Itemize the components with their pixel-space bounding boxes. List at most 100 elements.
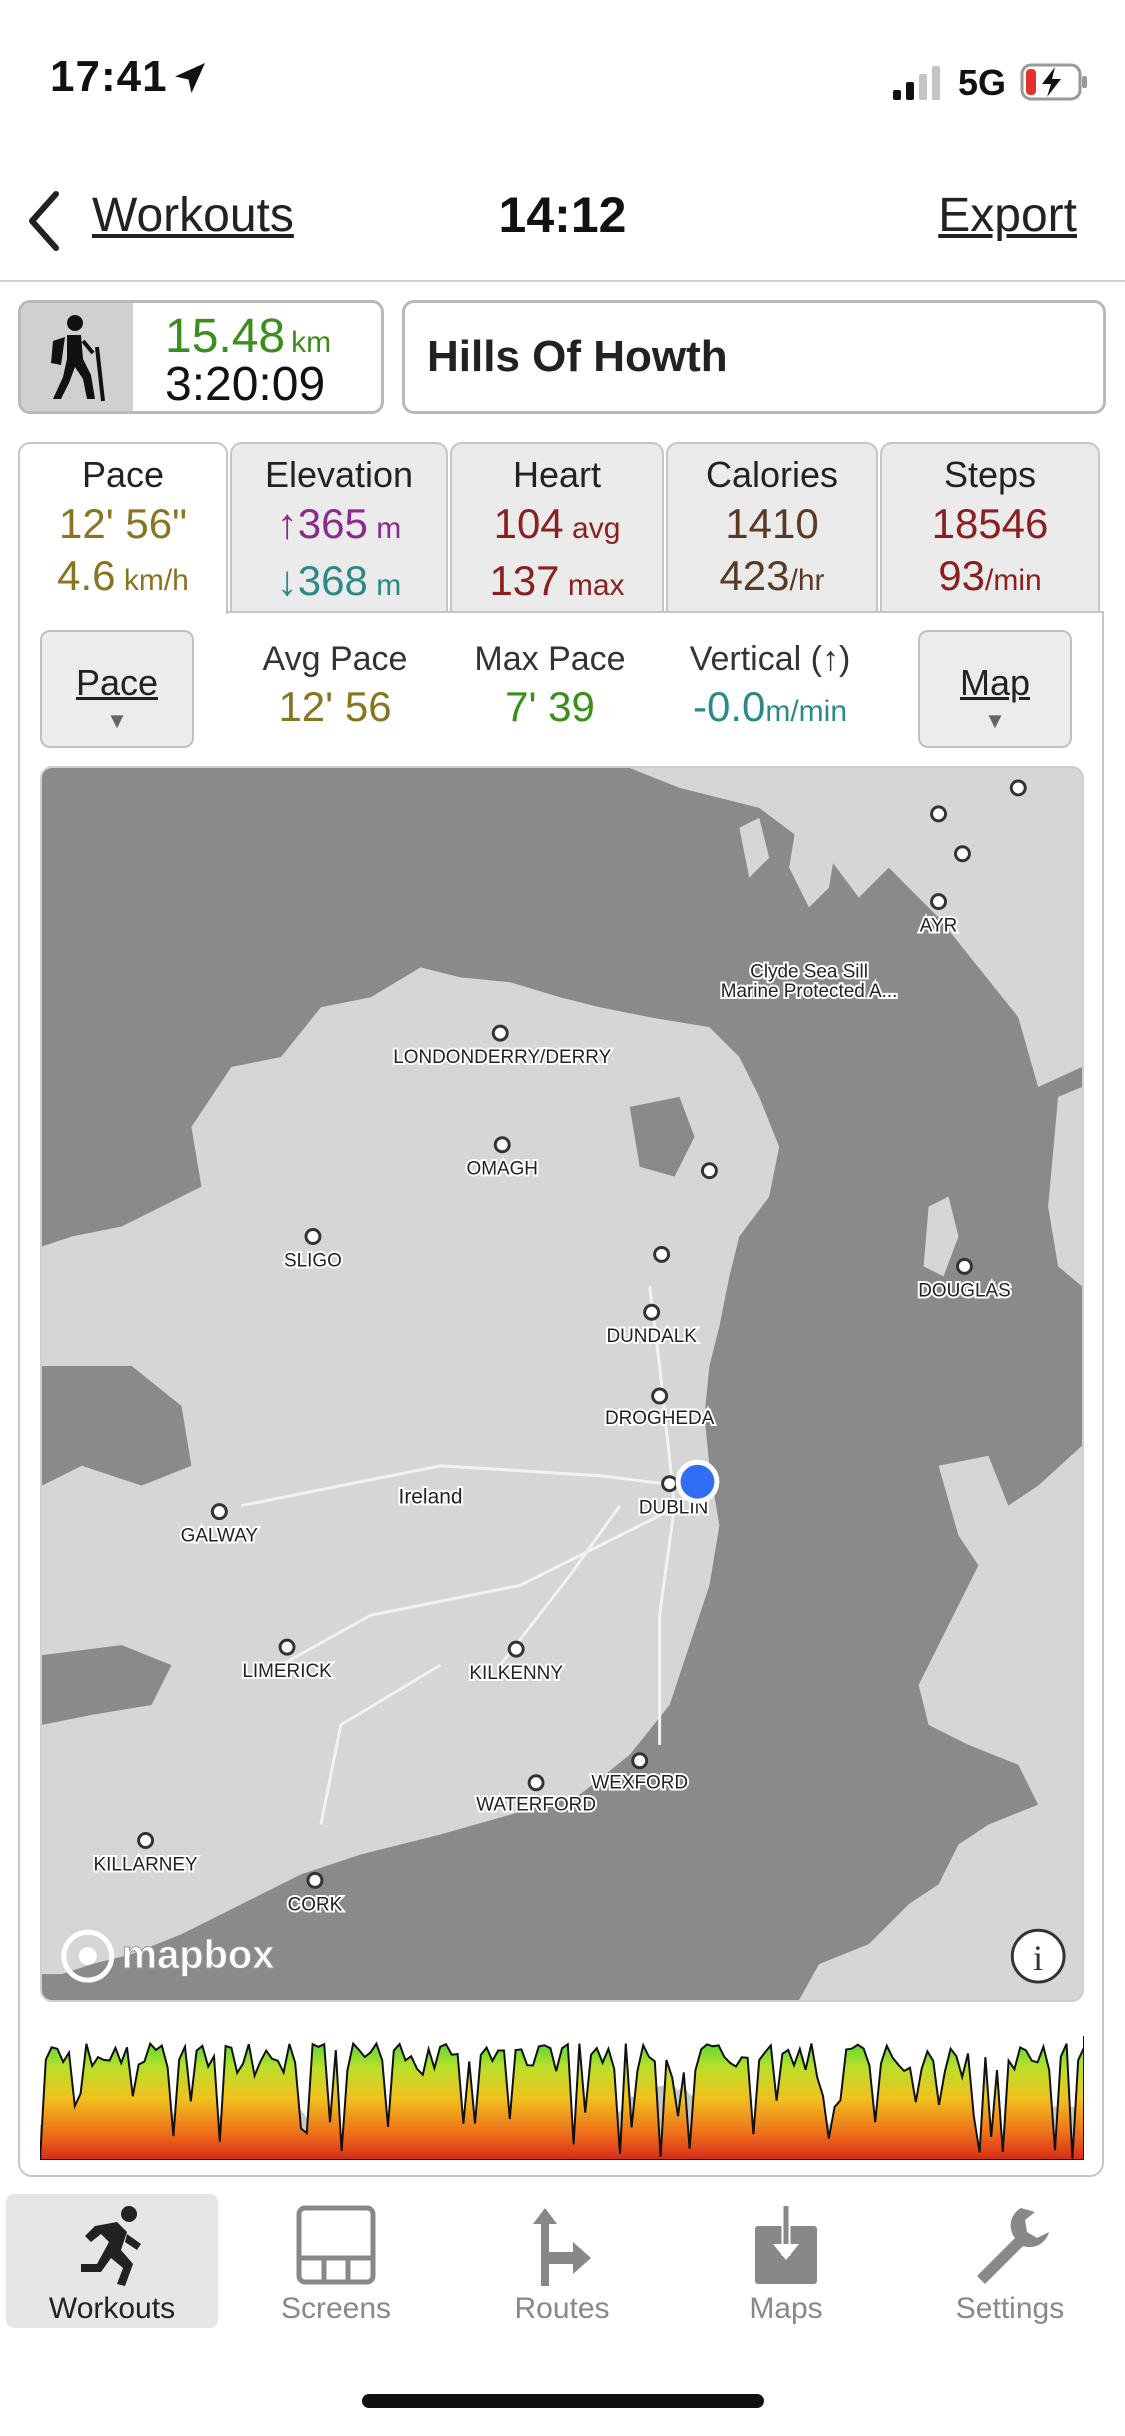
status-bar: 17:41 5G	[0, 0, 1125, 150]
wrench-icon	[977, 2208, 1049, 2284]
heart-avg: 104 avg	[452, 500, 662, 553]
map-label-ireland: Ireland	[399, 1486, 463, 1509]
tab-bar-workouts-label: Workouts	[48, 2292, 176, 2325]
vertical-readout: -0.0m/min	[670, 683, 870, 731]
running-icon	[81, 2206, 141, 2286]
map-label-wexford: WEXFORD	[591, 1773, 688, 1794]
calories-rate-unit: /hr	[789, 564, 825, 597]
chevron-left-icon[interactable]	[22, 186, 66, 256]
tab-bar-settings[interactable]: Settings	[904, 2194, 1116, 2328]
steps-rate-value: 93	[938, 552, 986, 599]
duration-value: 3:20:09	[165, 358, 326, 411]
tab-calories[interactable]: Calories 1410 423/hr	[666, 442, 878, 612]
metric-selector-label: Pace	[75, 662, 159, 703]
calories-total: 1410	[725, 500, 819, 547]
info-icon[interactable]: i	[1010, 1928, 1066, 1984]
screens-icon	[296, 2205, 376, 2285]
svg-text:i: i	[1033, 1938, 1043, 1978]
map-label-omagh: OMAGH	[466, 1159, 537, 1180]
network-type: 5G	[958, 62, 1007, 103]
view-selector-button[interactable]: Map ▼	[918, 630, 1072, 748]
route-map[interactable]: LONDONDERRY/DERRY OMAGH SLIGO DUNDALK DR…	[40, 766, 1084, 2002]
tab-bar-screens-label: Screens	[280, 2292, 392, 2325]
current-location-dot	[680, 1464, 715, 1499]
heart-max: 137 max	[452, 557, 662, 610]
profile-canvas[interactable]	[40, 2028, 1084, 2160]
heart-max-unit: max	[559, 569, 625, 602]
heart-max-value: 137	[489, 557, 560, 604]
tab-bar-routes[interactable]: Routes	[456, 2194, 668, 2328]
activity-type-button[interactable]	[21, 303, 133, 411]
tab-calories-label: Calories	[705, 454, 839, 495]
tab-bar-maps-label: Maps	[749, 2292, 823, 2325]
elevation-ascent: ↑365 m	[232, 500, 446, 553]
tab-bar-routes-label: Routes	[514, 2292, 610, 2325]
tab-bar-maps[interactable]: Maps	[680, 2194, 892, 2328]
calories-rate: 423/hr	[668, 552, 876, 605]
workout-name-field[interactable]: Hills Of Howth	[402, 300, 1106, 414]
max-pace-value: 7' 39	[505, 683, 595, 730]
avg-pace-value: 12' 56	[278, 683, 392, 730]
speed-kmh: 4.6 km/h	[20, 552, 226, 605]
max-pace-label: Max Pace	[474, 640, 626, 678]
ascent-unit: m	[367, 512, 402, 545]
map-label-cork: CORK	[288, 1894, 343, 1915]
maps-icon	[755, 2206, 817, 2284]
speed-unit: km/h	[115, 564, 189, 597]
map-label-ayr: AYR	[920, 915, 958, 936]
bottom-tab-bar: Workouts Screens Routes Maps Settings	[0, 2188, 1125, 2328]
export-button[interactable]: Export	[938, 188, 1077, 243]
descent-unit: m	[367, 569, 402, 602]
hiking-icon	[51, 315, 105, 402]
distance-number: 15.48	[165, 310, 286, 363]
status-time: 17:41	[50, 52, 168, 101]
mapbox-attribution: mapbox	[122, 1933, 275, 1977]
map-label-sligo: SLIGO	[284, 1250, 342, 1271]
tab-bar-screens[interactable]: Screens	[230, 2194, 442, 2328]
speed-value: 4.6	[57, 552, 116, 599]
pace-per-km: 12' 56"	[58, 500, 188, 547]
heart-avg-unit: avg	[563, 512, 621, 545]
steps-total: 18546	[931, 500, 1049, 547]
metric-selector-button[interactable]: Pace ▼	[40, 630, 194, 748]
vertical-label: Vertical (↑)	[689, 640, 851, 678]
tab-elevation-label: Elevation	[264, 454, 414, 495]
caret-down-icon: ▼	[984, 708, 1006, 733]
tab-bar-settings-label: Settings	[955, 2292, 1065, 2325]
vertical-metric: Vertical (↑) -0.0m/min	[670, 640, 870, 731]
vertical-value: -0.0	[692, 683, 766, 730]
descent-value: ↓368	[276, 557, 368, 604]
workout-summary-card[interactable]: 15.48 km 3:20:09	[18, 300, 384, 414]
tab-steps[interactable]: Steps 18546 93/min	[880, 442, 1100, 612]
tab-steps-label: Steps	[943, 454, 1037, 495]
routes-icon	[533, 2208, 591, 2286]
tab-heart[interactable]: Heart 104 avg 137 max	[450, 442, 664, 612]
avg-pace-label: Avg Pace	[262, 640, 408, 678]
map-label-douglas: DOUGLAS	[918, 1280, 1011, 1301]
tab-pace[interactable]: Pace 12' 56" 4.6 km/h	[18, 442, 228, 614]
pace-profile-graph[interactable]	[40, 2028, 1084, 2160]
map-label-marine-1: Clyde Sea Sill	[750, 961, 868, 982]
map-label-kilkenny: KILKENNY	[469, 1663, 563, 1684]
back-button[interactable]: Workouts	[92, 188, 294, 243]
tab-bar-workouts[interactable]: Workouts	[6, 2194, 218, 2328]
map-label-londonderry: LONDONDERRY/DERRY	[393, 1047, 611, 1068]
map-label-limerick: LIMERICK	[242, 1661, 332, 1682]
heart-avg-value: 104	[493, 500, 564, 547]
map-canvas[interactable]: LONDONDERRY/DERRY OMAGH SLIGO DUNDALK DR…	[42, 768, 1082, 2000]
calories-rate-value: 423	[719, 552, 790, 599]
tab-heart-label: Heart	[512, 454, 602, 495]
map-label-killarney: KILLARNEY	[94, 1854, 198, 1875]
steps-rate-unit: /min	[985, 564, 1042, 597]
pace-area	[40, 2036, 1084, 2160]
max-pace-metric: Max Pace 7' 39	[465, 640, 635, 731]
avg-pace-metric: Avg Pace 12' 56	[250, 640, 420, 731]
map-label-drogheda: DROGHEDA	[605, 1408, 715, 1429]
map-label-waterford: WATERFORD	[476, 1795, 596, 1816]
tab-elevation[interactable]: Elevation ↑365 m ↓368 m	[230, 442, 448, 612]
distance-unit: km	[291, 326, 332, 359]
map-label-galway: GALWAY	[181, 1525, 259, 1546]
distance-value: 15.48 km	[165, 309, 331, 364]
view-selector-label: Map	[959, 662, 1031, 703]
map-label-marine-2: Marine Protected A...	[721, 981, 898, 1002]
